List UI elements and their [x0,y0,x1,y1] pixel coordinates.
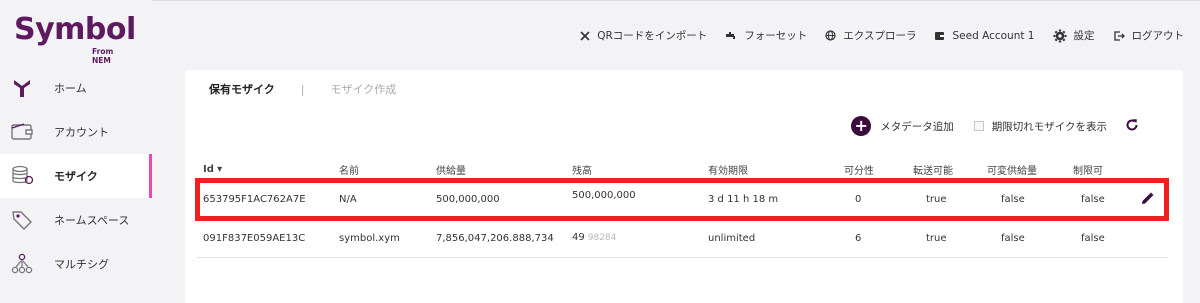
sidebar-item-account[interactable]: アカウント [0,110,152,154]
mosaic-supply-mutable: false [1001,194,1025,205]
wallet-icon [10,120,34,144]
brand-sub: From NEM [92,47,114,65]
mosaic-expiration: 3 d 11 h 18 m [708,194,779,205]
mosaic-id: 653795F1AC762A7E [203,194,306,205]
sidebar-item-label: アカウント [54,126,109,139]
mosaic-divisibility: 6 [855,232,862,244]
logout-button[interactable]: ログアウト [1113,28,1185,43]
table-row[interactable]: 653795F1AC762A7E N/A 500,000,000 500,000… [195,178,1169,221]
header-restrictable[interactable]: 制限可 [1073,162,1103,177]
mosaic-transferable: true [926,232,947,244]
mosaic-supply-mutable: false [1001,232,1025,244]
header-divisibility[interactable]: 可分性 [844,162,874,177]
sidebar-nav: ホーム アカウント モザイク ネームスペース マルチシグ [0,66,152,286]
refresh-icon[interactable] [1125,118,1139,135]
sidebar-item-mosaic[interactable]: モザイク [0,154,152,198]
show-expired-label[interactable]: 期限切れモザイクを表示 [992,119,1107,134]
mosaic-table: Id ▾ 名前 供給量 残高 有効期限 可分性 転送可能 可変供給量 制限可 6… [195,160,1169,258]
mosaic-balance: 500,000,000 [572,190,636,201]
top-nav: QRコードをインポート フォーセット エクスプローラ Seed Account … [562,28,1184,43]
mosaic-supply: 500,000,000 [436,194,500,205]
top-header: QRコードをインポート フォーセット エクスプローラ Seed Account … [152,0,1200,70]
edit-icon[interactable] [1141,192,1154,208]
logout-icon [1113,30,1125,41]
mosaic-transferable: true [926,194,947,205]
account-name: Seed Account 1 [952,29,1035,42]
explorer-label: エクスプローラ [843,30,917,42]
header-transferable[interactable]: 転送可能 [913,162,953,177]
sidebar-item-multisig[interactable]: マルチシグ [0,242,152,286]
header-supply-mutable[interactable]: 可変供給量 [987,162,1037,177]
tab-separator: | [300,82,305,96]
mosaic-name: symbol.xym [339,232,400,244]
sort-arrow-icon: ▾ [217,164,223,175]
add-metadata-button[interactable]: メタデータ追加 [880,119,954,134]
mosaic-expiration: unlimited [708,232,756,244]
header-id[interactable]: Id ▾ [203,164,222,175]
tab-owned-mosaics[interactable]: 保有モザイク [209,81,275,97]
gear-icon [1053,29,1066,42]
symbol-logo[interactable]: Symbol From NEM [14,8,136,65]
explorer-button[interactable]: エクスプローラ [825,28,916,43]
tab-create-mosaic[interactable]: モザイク作成 [331,81,397,97]
qr-icon [580,30,590,41]
sidebar-item-namespace[interactable]: ネームスペース [0,198,152,242]
mosaic-id: 091F837E059AE13C [203,232,306,244]
show-expired-checkbox[interactable] [973,121,984,131]
home-icon [10,76,34,100]
sidebar: Symbol From NEM ホーム アカウント モザイク ネームスペース マ… [0,0,152,303]
sidebar-item-label: ネームスペース [54,214,130,227]
sidebar-item-home[interactable]: ホーム [0,66,152,110]
mosaic-restrictable: false [1081,194,1105,205]
mosaic-balance: 49 98284 [572,232,617,243]
sidebar-item-label: マルチシグ [54,258,109,271]
faucet-icon [726,31,736,39]
settings-button[interactable]: 設定 [1053,28,1095,43]
import-qr-label: QRコードをインポート [597,30,708,42]
mosaic-restrictable: false [1081,232,1105,244]
faucet-label: フォーセット [744,30,808,42]
mosaic-supply: 7,856,047,206.888,734 [436,232,554,244]
header-supply[interactable]: 供給量 [436,162,466,177]
header-name[interactable]: 名前 [339,162,359,177]
faucet-button[interactable]: フォーセット [725,28,807,43]
account-selector[interactable]: Seed Account 1 [934,29,1035,42]
settings-label: 設定 [1073,30,1095,42]
sidebar-item-label: モザイク [54,170,98,183]
table-header: Id ▾ 名前 供給量 残高 有効期限 可分性 転送可能 可変供給量 制限可 [197,160,1167,180]
header-balance[interactable]: 残高 [572,162,592,177]
header-expiration[interactable]: 有効期限 [708,162,748,177]
mosaic-name: N/A [339,194,357,205]
brand-name: Symbol [14,12,136,47]
table-actions: + メタデータ追加 期限切れモザイクを表示 [851,116,1139,136]
mosaic-icon [10,164,34,188]
mosaic-divisibility: 0 [855,194,862,205]
tag-icon [10,208,34,232]
multisig-icon [10,252,34,276]
globe-icon [825,30,836,41]
wallet-icon [935,31,945,40]
table-row[interactable]: 091F837E059AE13C symbol.xym 7,856,047,20… [197,219,1167,258]
sidebar-item-label: ホーム [54,82,87,95]
import-qr-button[interactable]: QRコードをインポート [580,28,707,43]
add-metadata-icon[interactable]: + [851,116,872,136]
logout-label: ログアウト [1131,30,1185,42]
mosaic-panel: 保有モザイク | モザイク作成 + メタデータ追加 期限切れモザイクを表示 Id… [185,70,1183,303]
mosaic-tabs: 保有モザイク | モザイク作成 [209,81,396,97]
